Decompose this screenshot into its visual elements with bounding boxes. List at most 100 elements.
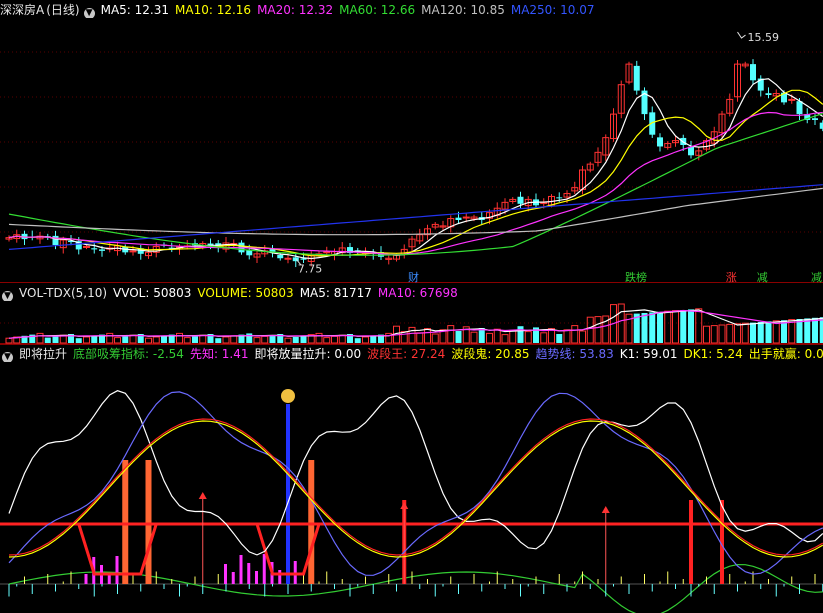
volume-bar xyxy=(362,336,369,344)
wave-ghost-line xyxy=(8,420,823,558)
volume-chart xyxy=(0,303,823,345)
volume-bar xyxy=(641,313,648,343)
indicator-title: 即将拉升 xyxy=(19,347,68,361)
k1-line xyxy=(8,390,823,556)
early-signal-bar xyxy=(239,555,243,584)
volume-bar xyxy=(300,335,307,343)
launch-signal-bar xyxy=(145,460,152,584)
volume-bar xyxy=(161,335,167,343)
volume-bar xyxy=(563,329,571,344)
candle-body xyxy=(277,255,284,259)
volume-bar xyxy=(772,320,780,344)
volume-bar xyxy=(657,311,663,343)
volume-bar xyxy=(36,332,44,344)
indicator-label-4: 波段鬼: 20.85 xyxy=(451,347,530,361)
candle-body xyxy=(517,196,524,204)
volume-bar xyxy=(129,334,137,344)
volume-bar xyxy=(183,337,191,344)
candle-body xyxy=(765,93,772,95)
candle-body xyxy=(750,64,756,81)
early-signal-bar xyxy=(255,571,258,584)
volume-bar xyxy=(5,337,13,344)
candle-body xyxy=(796,101,803,115)
early-signal-bar xyxy=(247,563,251,584)
volume-bar xyxy=(524,331,532,344)
candle-body xyxy=(129,250,137,253)
volume-bar xyxy=(253,337,261,344)
volume-bar xyxy=(470,331,478,344)
volume-bar xyxy=(672,310,679,344)
candle-body xyxy=(83,245,90,248)
volume-bar xyxy=(269,335,276,343)
bottom-accumulation-line xyxy=(8,563,823,613)
volume-bar xyxy=(486,332,493,344)
indicator-label-8: 出手就赢: 0.00 xyxy=(748,347,823,361)
volume-bar xyxy=(408,326,416,344)
indicator-label-3: 波段王: 27.24 xyxy=(367,347,446,361)
candle-body xyxy=(633,65,640,91)
volume-bar xyxy=(556,334,563,343)
candle-body xyxy=(657,137,663,147)
indicator-label-5: 趋势线: 53.83 xyxy=(535,347,614,361)
candle-body xyxy=(284,257,292,260)
candle-body xyxy=(91,248,98,250)
volume-bar xyxy=(145,337,152,344)
volume-bar xyxy=(222,336,230,344)
trend-line xyxy=(8,391,823,576)
volume-bar xyxy=(788,319,796,344)
volume-bar xyxy=(796,319,803,343)
event-marker-2: 涨 xyxy=(726,271,737,283)
event-marker-4: 减 xyxy=(811,271,822,283)
volume-bar xyxy=(579,330,586,344)
volume-ma10-line xyxy=(8,309,823,339)
volume-bar xyxy=(152,336,160,344)
volume-bar xyxy=(370,335,377,343)
volume-bar xyxy=(509,329,517,344)
early-signal-bar xyxy=(262,554,266,584)
indicator-menu-icon[interactable]: ▼ xyxy=(2,352,13,362)
volume-bar xyxy=(261,335,269,344)
candle-body xyxy=(323,251,331,254)
ma20-line xyxy=(8,111,823,256)
volume-bar xyxy=(83,336,90,344)
indicator-legend: 底部吸筹指标: -2.54 先知: 1.41 即将放量拉升: 0.00 波段王: 27… xyxy=(73,347,823,361)
early-signal-bar xyxy=(224,564,227,584)
indicator-label-2: 即将放量拉升: 0.00 xyxy=(254,347,362,361)
event-marker-0: 财 xyxy=(408,270,419,283)
candle-body xyxy=(300,258,307,260)
volume-bar xyxy=(812,317,818,343)
volume-bar xyxy=(695,308,703,344)
volume-bar xyxy=(617,303,625,344)
volume-bar xyxy=(688,309,694,343)
early-signal-bar xyxy=(231,572,235,584)
volume-bar xyxy=(517,326,524,343)
ma120-line xyxy=(8,187,823,236)
volume-bar xyxy=(292,337,299,343)
volume-ma5-line xyxy=(8,309,823,339)
volume-bar xyxy=(354,338,361,343)
indicator-panel-header: ▼ 即将拉升 底部吸筹指标: -2.54 先知: 1.41 即将放量拉升: 0.00 波段… xyxy=(0,346,823,362)
volume-bar xyxy=(703,325,710,344)
price-chart: 15.59 7.75 财 跌榜 涨 减 减 xyxy=(0,31,823,283)
money-signal-bar xyxy=(286,404,290,584)
volume-bar xyxy=(804,318,811,343)
volume-bar xyxy=(91,335,98,343)
volume-bar xyxy=(734,323,741,344)
volume-bar xyxy=(176,332,183,344)
rise-arrow-head xyxy=(400,502,409,509)
volume-bar xyxy=(680,310,687,343)
candle-body xyxy=(99,249,105,251)
volume-bar xyxy=(199,334,207,344)
volume-bar xyxy=(215,338,222,343)
indicator-chart xyxy=(0,389,823,613)
launch-signal-bar xyxy=(308,460,315,584)
volume-bar xyxy=(571,325,579,344)
volume-bar xyxy=(114,337,121,344)
volume-bar xyxy=(331,335,338,344)
wave-king-line xyxy=(8,418,823,556)
volume-bar xyxy=(75,338,82,343)
volume-bar xyxy=(230,335,238,344)
ma250-line xyxy=(8,184,823,250)
volume-bar xyxy=(106,332,114,344)
candle-body xyxy=(52,235,59,245)
